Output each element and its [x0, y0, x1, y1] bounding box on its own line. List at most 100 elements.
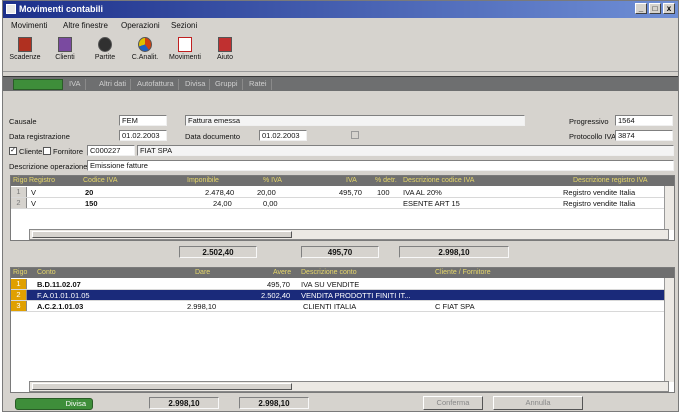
table-row[interactable]: 3 A.C.2.1.01.03 2.998,10 CLIENTI ITALIA …	[11, 301, 674, 312]
iva-grid-header: Rigo Registro Codice IVA Imponibile % IV…	[11, 176, 674, 186]
total-dare: 2.998,10	[149, 397, 219, 409]
total-imponibile: 2.502,40	[179, 246, 257, 258]
menu-sezioni[interactable]: Sezioni	[171, 21, 197, 30]
cell-dare[interactable]: 2.998,10	[187, 302, 216, 311]
cell-iva[interactable]: 495,70	[339, 188, 362, 197]
table-row[interactable]: 1 B.D.11.02.07 495,70 IVA SU VENDITE	[11, 279, 674, 290]
conferma-button[interactable]: Conferma	[423, 396, 483, 410]
col-header: Codice IVA	[83, 177, 118, 184]
total-documento: 2.998,10	[399, 246, 509, 258]
disabled-checkbox	[351, 131, 359, 139]
col-header: Cliente / Fornitore	[435, 269, 491, 276]
tab-generale[interactable]	[13, 79, 63, 90]
conto-vertical-scrollbar[interactable]	[664, 278, 674, 382]
maximize-button[interactable]: □	[649, 3, 661, 14]
causale-field[interactable]: FEM	[119, 115, 167, 126]
col-header: Avere	[273, 269, 292, 276]
title-bar: Movimenti contabili _ □ x	[3, 1, 678, 18]
cliente-label: Cliente	[19, 147, 43, 156]
cliente-code-field[interactable]: C000227	[87, 145, 135, 156]
row-number: 3	[11, 301, 27, 311]
toolbar-canalit-button[interactable]: C.Analit.	[127, 36, 163, 70]
row-number: 2	[11, 198, 27, 208]
cliente-name-field: FIAT SPA	[137, 145, 674, 156]
cell-descr-conto: CLIENTI ITALIA	[303, 302, 357, 311]
iva-vertical-scrollbar[interactable]	[664, 186, 674, 230]
cell-cliente: C FIAT SPA	[435, 302, 475, 311]
descrizione-operazione-field[interactable]: Emissione fatture	[87, 160, 674, 171]
people-icon	[58, 37, 72, 52]
tab-divisa[interactable]: Divisa	[181, 79, 211, 90]
cell-descr-registro: Registro vendite Italia	[563, 199, 636, 208]
cell-perc-iva[interactable]: 20,00	[257, 188, 276, 197]
cell-imponibile[interactable]: 24,00	[213, 199, 232, 208]
col-header: Rigo	[13, 269, 28, 276]
minimize-button[interactable]: _	[635, 3, 647, 14]
toolbar-scadenze-button[interactable]: Scadenze	[7, 36, 43, 70]
gear-icon	[98, 37, 112, 52]
application-window: Movimenti contabili _ □ x Movimenti Altr…	[2, 0, 679, 412]
cell-codice-iva[interactable]: 20	[85, 188, 93, 197]
protocollo-iva-field[interactable]: 3874	[615, 130, 673, 141]
col-header: Imponibile	[187, 177, 219, 184]
progressivo-field[interactable]: 1564	[615, 115, 673, 126]
scroll-thumb[interactable]	[32, 383, 292, 390]
cell-avere[interactable]: 2.502,40	[261, 291, 290, 300]
cell-registro[interactable]: V	[31, 199, 36, 208]
data-registrazione-label: Data registrazione	[9, 132, 70, 141]
toolbar-label: Clienti	[55, 54, 75, 61]
cell-avere[interactable]: 495,70	[267, 280, 290, 289]
cell-conto[interactable]: B.D.11.02.07	[37, 280, 81, 289]
annulla-button[interactable]: Annulla	[493, 396, 583, 410]
fornitore-checkbox[interactable]	[43, 147, 51, 155]
tab-iva[interactable]: IVA	[65, 79, 86, 90]
close-button[interactable]: x	[663, 3, 675, 14]
iva-horizontal-scrollbar[interactable]	[29, 229, 669, 240]
menu-operazioni[interactable]: Operazioni	[121, 21, 160, 30]
table-row-selected[interactable]: 2 F.A.01.01.01.05 2.502,40 VENDITA PRODO…	[11, 290, 674, 301]
col-header: Conto	[37, 269, 56, 276]
toolbar-clienti-button[interactable]: Clienti	[47, 36, 83, 70]
cell-imponibile[interactable]: 2.478,40	[205, 188, 234, 197]
cell-codice-iva[interactable]: 150	[85, 199, 98, 208]
toolbar-label: Partite	[94, 54, 116, 61]
divisa-status[interactable]: Divisa	[15, 398, 93, 410]
table-row[interactable]: 2 V 150 24,00 0,00 ESENTE ART 15 Registr…	[11, 198, 674, 209]
cell-descr-conto: IVA SU VENDITE	[301, 280, 360, 289]
tab-altri-dati[interactable]: Altri dati	[95, 79, 132, 90]
table-row[interactable]: 1 V 20 2.478,40 20,00 495,70 100 IVA AL …	[11, 187, 674, 198]
toolbar-aiuto-button[interactable]: Aiuto	[207, 36, 243, 70]
col-header: % IVA	[263, 177, 282, 184]
col-header: Rigo	[13, 177, 28, 184]
data-registrazione-field[interactable]: 01.02.2003	[119, 130, 167, 141]
menu-movimenti[interactable]: Movimenti	[11, 21, 47, 30]
cell-conto[interactable]: F.A.01.01.01.05	[37, 291, 90, 300]
toolbar-movimenti-button[interactable]: Movimenti	[167, 36, 203, 70]
calendar-icon	[18, 37, 32, 52]
toolbar-label: Movimenti	[169, 54, 201, 61]
cell-detr[interactable]: 100	[377, 188, 390, 197]
col-header: Descrizione conto	[301, 269, 357, 276]
toolbar: Scadenze Clienti Partite C.Analit. Movim…	[3, 34, 678, 72]
tab-autofattura[interactable]: Autofattura	[133, 79, 179, 90]
toolbar-label: C.Analit.	[131, 54, 159, 61]
cliente-checkbox[interactable]: ✓	[9, 147, 17, 155]
scroll-thumb[interactable]	[32, 231, 292, 238]
causale-label: Causale	[9, 117, 37, 126]
app-icon	[6, 4, 16, 14]
data-documento-field[interactable]: 01.02.2003	[259, 130, 307, 141]
tab-bar: IVA Altri dati Autofattura Divisa Gruppi…	[3, 76, 678, 91]
cell-registro[interactable]: V	[31, 188, 36, 197]
tab-gruppi[interactable]: Gruppi	[211, 79, 243, 90]
conto-horizontal-scrollbar[interactable]	[29, 381, 669, 392]
total-avere: 2.998,10	[239, 397, 309, 409]
menu-bar: Movimenti Altre finestre Operazioni Sezi…	[3, 19, 678, 33]
tab-ratei[interactable]: Ratei	[245, 79, 272, 90]
fornitore-label: Fornitore	[53, 147, 84, 156]
cell-conto[interactable]: A.C.2.1.01.03	[37, 302, 83, 311]
cell-perc-iva[interactable]: 0,00	[263, 199, 278, 208]
menu-altre-finestre[interactable]: Altre finestre	[63, 21, 108, 30]
toolbar-partite-button[interactable]: Partite	[87, 36, 123, 70]
cell-descr-conto: VENDITA PRODOTTI FINITI IT...	[301, 291, 411, 300]
descrizione-operazione-label: Descrizione operazione	[9, 162, 88, 171]
